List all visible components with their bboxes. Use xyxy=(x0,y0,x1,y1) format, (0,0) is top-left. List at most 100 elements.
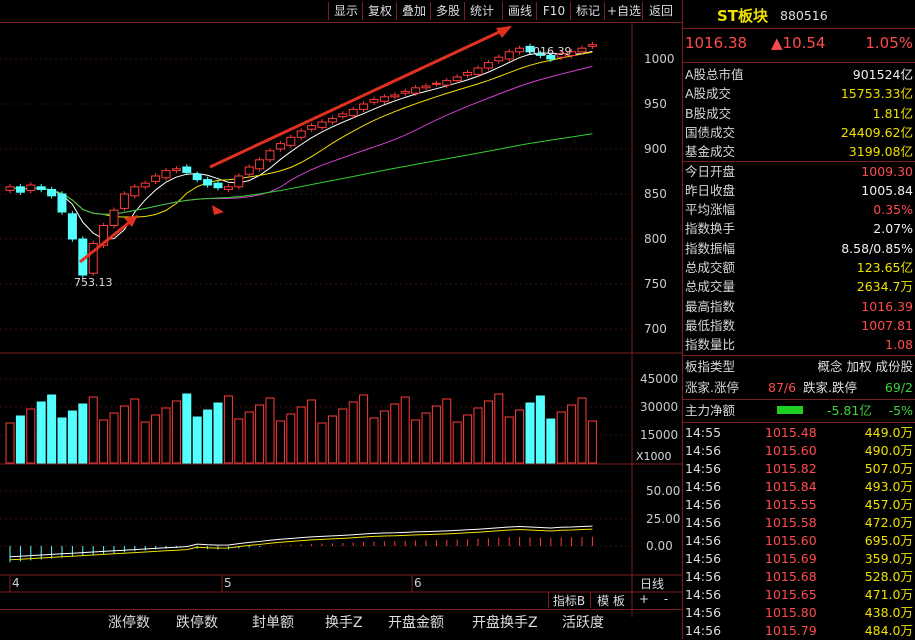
candle-body xyxy=(317,121,327,128)
tick-row: 14:55 1015.48 449.0万 xyxy=(683,424,915,442)
candle-body xyxy=(587,44,597,47)
stat-label: 指数量比 xyxy=(685,337,736,353)
volume-bar xyxy=(223,395,233,464)
volume-bar xyxy=(47,394,57,464)
main-flow-pct: -5% xyxy=(888,403,913,418)
tick-volume: 457.0万 xyxy=(864,497,913,512)
volume-bar xyxy=(151,414,161,464)
tick-price: 1015.58 xyxy=(765,515,817,530)
macd-tick: 25.00 xyxy=(646,512,680,526)
dayline-label[interactable]: 日线 xyxy=(640,577,664,591)
volume-bar xyxy=(421,412,431,464)
tick-volume: 484.0万 xyxy=(864,623,913,638)
candle-body xyxy=(244,166,254,175)
mark-button[interactable]: 标记 xyxy=(570,2,605,20)
f10-button[interactable]: F10 xyxy=(536,2,571,20)
volume-bar xyxy=(359,394,369,464)
col-limit-down[interactable]: 跌停数 xyxy=(176,612,218,632)
candle-body xyxy=(327,117,337,123)
volume-bar xyxy=(379,410,389,464)
col-open-turnover[interactable]: 开盘换手Z xyxy=(472,612,538,632)
col-turnover[interactable]: 换手Z xyxy=(325,612,363,632)
index-code: 880516 xyxy=(780,8,828,23)
indicator-tab[interactable]: 指标B xyxy=(548,592,589,608)
candle-body xyxy=(275,143,285,150)
col-limit-up[interactable]: 涨停数 xyxy=(108,612,150,632)
volume-bar xyxy=(109,412,119,464)
candle-body xyxy=(359,103,369,110)
statistics-button[interactable]: 统计 xyxy=(464,2,499,20)
index-name: ST板块 xyxy=(717,7,769,25)
price-tick: 750 xyxy=(644,277,667,291)
tick-volume: 528.0万 xyxy=(864,569,913,584)
stat-row: 平均涨幅 0.35% xyxy=(683,200,915,219)
stat-label: A股成交 xyxy=(685,86,732,102)
stat-row: 总成交额 123.65亿 xyxy=(683,258,915,277)
tick-time: 14:56 xyxy=(685,515,722,530)
price-tick: 1000 xyxy=(644,52,675,66)
tick-price: 1015.68 xyxy=(765,569,817,584)
candle-body xyxy=(483,62,493,69)
tick-volume: 490.0万 xyxy=(864,443,913,458)
volume-bar xyxy=(57,417,67,464)
tick-time: 14:56 xyxy=(685,551,722,566)
bottom-bar: 指标B 模 板 + - 涨停数 跌停数 封单额 换手Z 开盘金额 开盘换手Z 活… xyxy=(0,592,682,640)
volume-bar xyxy=(265,397,275,464)
volume-bar xyxy=(463,414,473,464)
volume-bar xyxy=(535,395,545,464)
volume-bar xyxy=(234,418,244,464)
volume-unit: X1000 xyxy=(636,450,672,463)
overlay-button[interactable]: 叠加 xyxy=(396,2,431,20)
col-seal-amount[interactable]: 封单额 xyxy=(252,612,294,632)
tick-time: 14:56 xyxy=(685,479,722,494)
draw-line-button[interactable]: 画线 xyxy=(502,2,537,20)
tick-price: 1015.79 xyxy=(765,623,817,638)
board-type-value[interactable]: 概念 加权 成份股 xyxy=(818,357,913,376)
candle-body xyxy=(265,150,275,161)
volume-bar xyxy=(130,398,140,464)
zoom-in-button[interactable]: + xyxy=(634,592,654,608)
adjust-button[interactable]: 复权 xyxy=(362,2,397,20)
stat-label: 平均涨幅 xyxy=(685,202,736,218)
candle-body xyxy=(223,186,233,191)
stat-row: A股成交 15753.33亿 xyxy=(683,84,915,103)
stat-value: 2.07% xyxy=(873,221,913,237)
candle-body xyxy=(411,87,421,94)
stat-row: 最高指数 1016.39 xyxy=(683,297,915,316)
tick-time: 14:56 xyxy=(685,587,722,602)
add-watchlist-button[interactable]: +自选 xyxy=(604,2,643,20)
volume-bar xyxy=(15,415,25,464)
price-tick: 950 xyxy=(644,97,667,111)
template-tab[interactable]: 模 板 xyxy=(590,592,631,608)
volume-bar xyxy=(411,419,421,464)
col-open-amount[interactable]: 开盘金额 xyxy=(388,612,444,632)
candle-body xyxy=(151,175,161,182)
zoom-out-button[interactable]: - xyxy=(656,592,676,608)
main-flow-row: 主力净额 -5.81亿 -5% xyxy=(685,403,913,418)
candle-body xyxy=(57,193,67,213)
tick-row: 14:56 1015.68 528.0万 xyxy=(683,568,915,586)
month-label: 4 xyxy=(12,576,20,590)
display-button[interactable]: 显示 xyxy=(328,2,363,20)
stat-row: 总成交量 2634.7万 xyxy=(683,277,915,296)
info-sidebar: ST板块 880516 1016.38 ▲10.54 1.05% A股总市值 90… xyxy=(682,0,915,639)
stat-row: A股总市值 901524亿 xyxy=(683,65,915,84)
up-down-row: 涨家.涨停 87/6 跌家.跌停 69/2 xyxy=(685,380,913,395)
volume-bar xyxy=(494,393,504,464)
tick-row: 14:56 1015.65 471.0万 xyxy=(683,586,915,604)
tick-time: 14:56 xyxy=(685,605,722,620)
tick-price: 1015.60 xyxy=(765,443,817,458)
volume-bar xyxy=(369,417,379,464)
index-price: 1016.38 xyxy=(685,34,748,52)
candle-body xyxy=(130,186,140,197)
kline-chart[interactable]: 100095090085080075070045000300001500050.… xyxy=(0,22,682,617)
volume-bar xyxy=(525,402,535,464)
low-label: 753.13 xyxy=(74,276,113,289)
col-activity[interactable]: 活跃度 xyxy=(562,612,604,632)
tick-price: 1015.82 xyxy=(765,461,817,476)
candle-body xyxy=(5,186,15,191)
month-label: 6 xyxy=(414,576,422,590)
multi-stock-button[interactable]: 多股 xyxy=(430,2,465,20)
stat-value: 901524亿 xyxy=(852,67,913,82)
back-button[interactable]: 返回 xyxy=(642,2,679,20)
